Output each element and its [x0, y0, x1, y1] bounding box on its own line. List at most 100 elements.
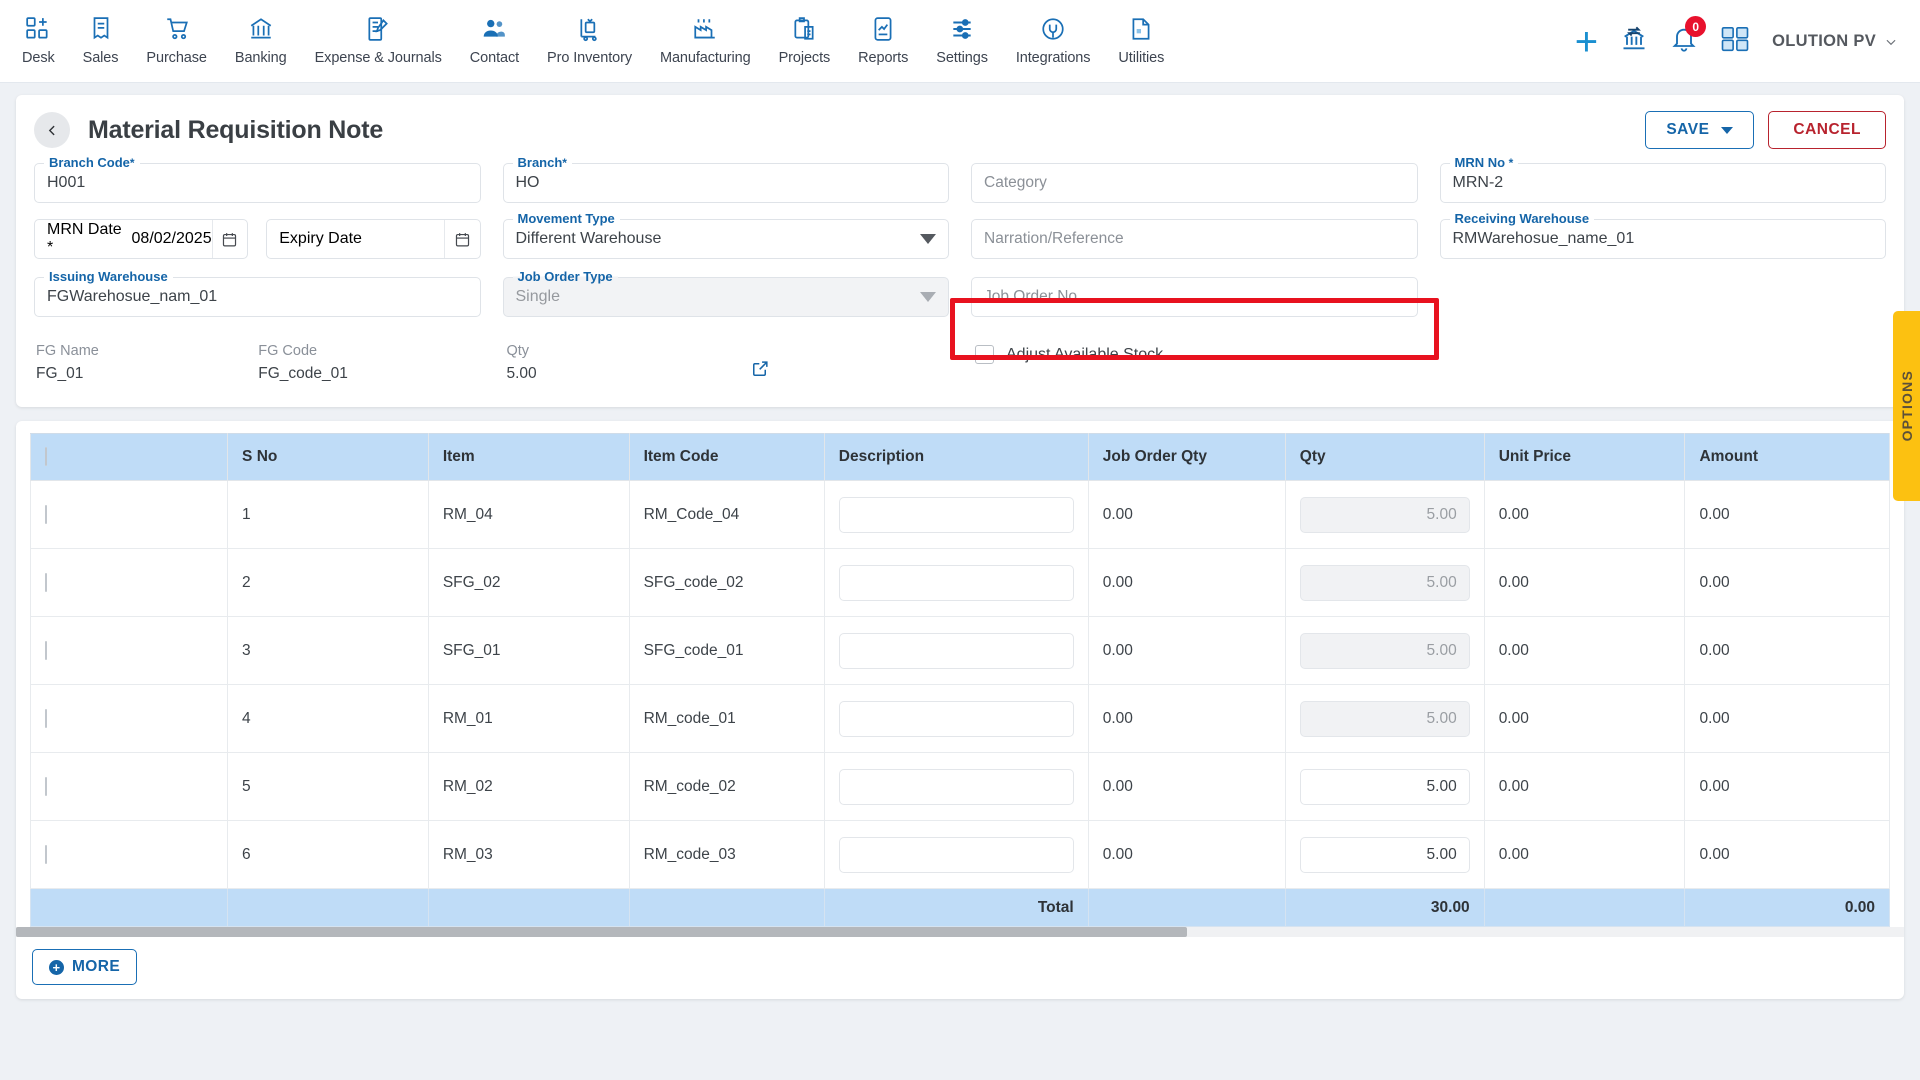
mrn-no-field[interactable]: MRN No * MRN-2	[1439, 155, 1886, 203]
field-dates-wrap: MRN Date * 08/02/2025 Expiry Date	[34, 219, 481, 259]
save-button[interactable]: SAVE	[1645, 111, 1755, 149]
select-all-checkbox[interactable]	[45, 447, 47, 466]
branch-code-field[interactable]: Branch Code* H001	[34, 155, 481, 203]
user-menu[interactable]: OLUTION PV	[1772, 32, 1898, 51]
notifications-button[interactable]: 0	[1670, 16, 1707, 58]
nav-item-integrations[interactable]: Integrations	[1002, 8, 1105, 70]
row-qty-cell: 5.00	[1284, 480, 1485, 549]
expiry-date-field[interactable]: Expiry Date	[266, 219, 481, 259]
nav-item-desk[interactable]: Desk	[8, 8, 69, 70]
row-unit-price: 0.00	[1483, 616, 1686, 685]
options-tab[interactable]: OPTIONS	[1893, 311, 1920, 501]
row-amount: 0.00	[1684, 684, 1890, 753]
row-description-input[interactable]	[838, 496, 1074, 533]
fg-code-label: FG Code	[258, 343, 318, 359]
factory-icon	[692, 12, 718, 46]
field-branch-wrap: Branch* HO	[502, 155, 949, 203]
nav-item-label: Settings	[936, 50, 988, 66]
row-checkbox[interactable]	[45, 640, 47, 660]
nav-item-pro-inventory[interactable]: Pro Inventory	[533, 8, 646, 70]
row-description-input[interactable]	[838, 564, 1074, 601]
back-button[interactable]	[34, 112, 70, 148]
narration-input[interactable]: Narration/Reference	[971, 219, 1418, 259]
job-order-no-input[interactable]: Job Order No	[971, 277, 1418, 317]
nav-item-projects[interactable]: Projects	[765, 8, 845, 70]
calendar-icon[interactable]	[443, 220, 480, 258]
bank-transfer-icon[interactable]	[1620, 25, 1648, 58]
row-description-input[interactable]	[838, 700, 1074, 737]
save-button-label: SAVE	[1666, 121, 1710, 138]
plus-icon[interactable]: +	[1575, 22, 1598, 62]
issuing-warehouse-label: Issuing Warehouse	[44, 269, 173, 284]
table-header-item: Item	[427, 433, 630, 481]
form-row-4-spacer	[1442, 331, 1887, 387]
nav-item-reports[interactable]: Reports	[844, 8, 922, 70]
nav-item-settings[interactable]: Settings	[922, 8, 1002, 70]
nav-item-sales[interactable]: Sales	[69, 8, 133, 70]
row-checkbox[interactable]	[45, 776, 47, 796]
row-unit-price: 0.00	[1483, 480, 1686, 549]
row-qty-input[interactable]: 5.00	[1299, 700, 1470, 737]
scrollbar-thumb[interactable]	[16, 927, 1187, 937]
row-qty-cell: 5.00	[1284, 684, 1485, 753]
field-mrn-no-wrap: MRN No * MRN-2	[1439, 155, 1886, 203]
header-actions: SAVE CANCEL	[1645, 111, 1886, 149]
row-qty-input[interactable]: 5.00	[1299, 632, 1470, 669]
receiving-warehouse-field[interactable]: Receiving Warehouse RMWarehosue_name_01	[1439, 211, 1886, 259]
row-description-input[interactable]	[838, 768, 1074, 805]
fg-qty-block: Qty 5.00	[507, 343, 751, 383]
row-job-order-qty: 0.00	[1087, 616, 1286, 685]
table-horizontal-scrollbar[interactable]	[16, 927, 1904, 937]
fg-name-value: FG_01	[36, 365, 84, 382]
row-select-cell	[29, 480, 229, 549]
row-qty-input[interactable]: 5.00	[1299, 564, 1470, 601]
movement-type-select[interactable]: Movement Type Different Warehouse	[502, 211, 949, 259]
caret-down-icon	[1721, 126, 1734, 134]
adjust-available-stock-row[interactable]: Adjust Available Stock	[975, 345, 1420, 364]
mrn-no-label: MRN No *	[1449, 155, 1519, 170]
nav-item-purchase[interactable]: Purchase	[132, 8, 220, 70]
row-qty-input[interactable]: 5.00	[1299, 836, 1470, 873]
table-row: 1 RM_04 RM_Code_04 0.00 5.00 0.00 0.00	[29, 480, 1890, 549]
row-qty-cell: 5.00	[1284, 616, 1485, 685]
page-content: Material Requisition Note SAVE CANCEL Br…	[0, 83, 1920, 1080]
nav-item-expense-journals[interactable]: Expense & Journals	[301, 8, 456, 70]
table-header-qty: Qty	[1284, 433, 1485, 481]
branch-field[interactable]: Branch* HO	[502, 155, 949, 203]
job-order-type-select[interactable]: Job Order Type Single	[502, 269, 949, 317]
table-header-row: S No Item Item Code Description Job Orde…	[29, 433, 1890, 481]
nav-item-banking[interactable]: Banking	[221, 8, 301, 70]
row-checkbox[interactable]	[45, 708, 47, 728]
nav-item-manufacturing[interactable]: Manufacturing	[646, 8, 765, 70]
requisition-form-card: Material Requisition Note SAVE CANCEL Br…	[16, 95, 1904, 407]
branch-code-label: Branch Code*	[44, 155, 140, 170]
more-button[interactable]: + MORE	[32, 949, 138, 985]
row-qty-input[interactable]: 5.00	[1299, 768, 1470, 805]
mrn-date-field[interactable]: MRN Date * 08/02/2025	[34, 219, 249, 259]
nav-item-utilities[interactable]: Utilities	[1104, 8, 1178, 70]
cancel-button[interactable]: CANCEL	[1768, 111, 1886, 149]
row-qty-input[interactable]: 5.00	[1299, 496, 1470, 533]
chevron-left-icon	[48, 125, 55, 135]
adjust-available-stock-checkbox[interactable]	[975, 345, 994, 364]
calendar-icon[interactable]	[211, 220, 248, 258]
row-s-no: 4	[227, 684, 429, 753]
row-qty-cell: 5.00	[1284, 752, 1485, 821]
bank-icon	[248, 12, 274, 46]
nav-item-label: Manufacturing	[659, 50, 751, 66]
category-input[interactable]: Category	[971, 163, 1418, 203]
grid-apps-icon[interactable]	[1720, 24, 1750, 59]
row-checkbox[interactable]	[45, 844, 47, 864]
nav-item-contact[interactable]: Contact	[456, 8, 533, 70]
row-checkbox[interactable]	[45, 572, 47, 592]
row-qty-cell: 5.00	[1284, 820, 1485, 889]
row-unit-price: 0.00	[1483, 548, 1686, 617]
external-link-icon[interactable]	[751, 343, 770, 383]
row-description-input[interactable]	[838, 632, 1074, 669]
page-header: Material Requisition Note SAVE CANCEL	[16, 95, 1904, 159]
row-description-input[interactable]	[838, 836, 1074, 873]
issuing-warehouse-field[interactable]: Issuing Warehouse FGWarehosue_nam_01	[34, 269, 481, 317]
row-checkbox[interactable]	[45, 504, 47, 524]
row-item-code: SFG_code_02	[628, 548, 825, 617]
field-category-wrap: Category	[971, 163, 1418, 203]
